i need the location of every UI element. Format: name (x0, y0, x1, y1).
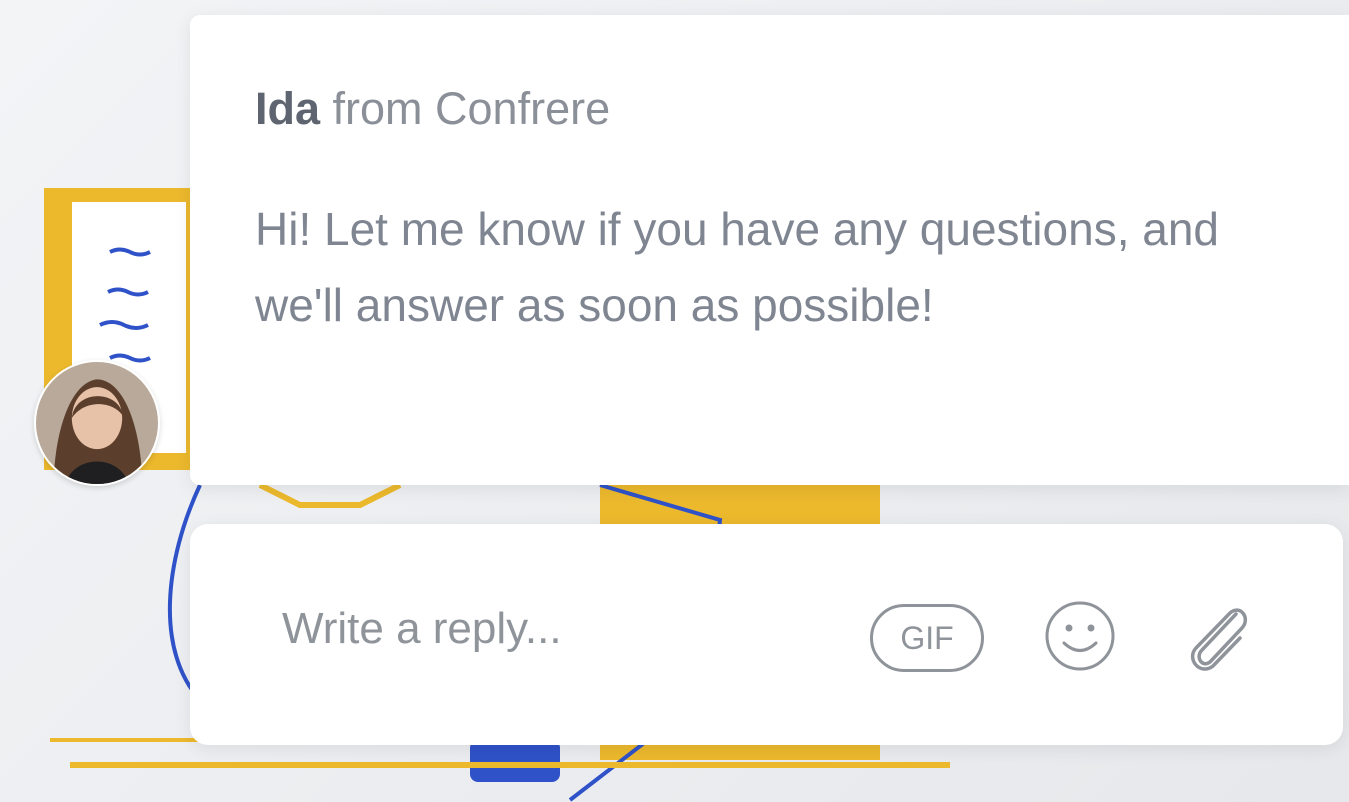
message-card: Ida from Confrere Hi! Let me know if you… (190, 15, 1349, 485)
sender-name: Ida (255, 83, 321, 134)
message-text: Hi! Let me know if you have any question… (255, 203, 1220, 331)
avatar-photo (36, 362, 158, 484)
gif-button[interactable]: GIF (870, 604, 984, 672)
emoji-button[interactable] (1042, 598, 1118, 674)
attach-button[interactable] (1178, 596, 1254, 676)
smiley-icon (1045, 601, 1115, 671)
reply-composer: GIF (190, 524, 1343, 745)
sender-line: Ida from Confrere (255, 83, 610, 135)
sender-company: from Confrere (320, 83, 611, 134)
phone-shape (470, 740, 560, 782)
paperclip-icon (1190, 608, 1248, 671)
cup-shape (258, 482, 402, 508)
reply-input[interactable] (282, 598, 842, 660)
avatar (34, 360, 160, 486)
